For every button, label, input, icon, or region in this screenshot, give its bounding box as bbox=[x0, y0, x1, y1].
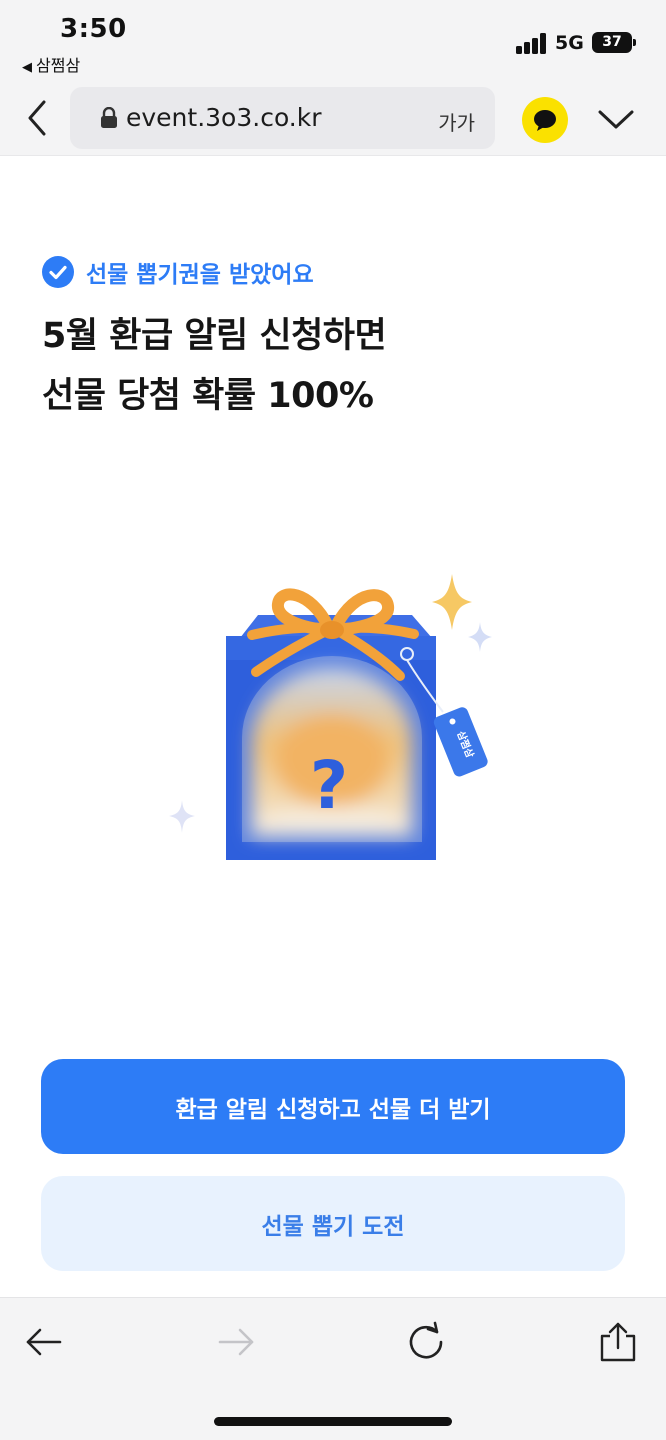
refresh-icon[interactable] bbox=[404, 1320, 448, 1364]
apply-refund-alert-button[interactable]: 환급 알림 신청하고 선물 더 받기 bbox=[41, 1059, 625, 1154]
signal-icon bbox=[516, 32, 548, 54]
mystery-question-mark: ? bbox=[310, 747, 348, 824]
battery-tip bbox=[633, 39, 636, 46]
battery-icon: 37 bbox=[592, 32, 632, 53]
lock-icon bbox=[101, 107, 117, 128]
chevron-down-icon[interactable] bbox=[596, 104, 636, 134]
ticket-badge: 선물 뽑기권을 받았어요 bbox=[42, 255, 314, 289]
page-title: 5월 환급 알림 신청하면 선물 당첨 확률 100% bbox=[42, 306, 387, 426]
status-time: 3:50 bbox=[60, 14, 127, 44]
browser-top-bar: event.3o3.co.kr 가가 bbox=[0, 84, 666, 156]
arrow-left-icon[interactable] bbox=[22, 1320, 66, 1364]
headline-line-1: 5월 환급 알림 신청하면 bbox=[42, 316, 387, 356]
sparkle-icon bbox=[169, 800, 195, 833]
try-gift-draw-button[interactable]: 선물 뽑기 도전 bbox=[41, 1176, 625, 1271]
share-icon[interactable] bbox=[596, 1320, 640, 1364]
headline-line-2: 선물 당첨 확률 100% bbox=[42, 376, 374, 416]
kakao-chat-icon bbox=[534, 110, 556, 131]
browser-bottom-toolbar bbox=[0, 1297, 666, 1440]
chevron-left-icon[interactable] bbox=[20, 98, 56, 138]
back-app-label: 삼쩜삼 bbox=[36, 56, 81, 75]
back-to-app-link[interactable]: ◀ 삼쩜삼 bbox=[22, 52, 80, 76]
screen: 3:50 ◀ 삼쩜삼 5G 37 event.3o3.co.kr 가가 선물 뽑… bbox=[0, 0, 666, 1440]
back-triangle-icon: ◀ bbox=[22, 60, 32, 75]
sparkle-icon bbox=[468, 622, 492, 652]
check-circle-icon bbox=[42, 256, 74, 288]
home-indicator[interactable] bbox=[214, 1417, 452, 1426]
network-type: 5G bbox=[555, 32, 584, 54]
kakao-chat-button[interactable] bbox=[522, 97, 568, 143]
badge-text: 선물 뽑기권을 받았어요 bbox=[86, 262, 314, 288]
address-bar[interactable]: event.3o3.co.kr 가가 bbox=[70, 87, 495, 149]
sparkle-icon bbox=[432, 574, 472, 630]
url-text: event.3o3.co.kr bbox=[126, 103, 322, 132]
text-size-button[interactable]: 가가 bbox=[438, 107, 475, 136]
status-bar: 3:50 ◀ 삼쩜삼 5G 37 bbox=[0, 0, 666, 84]
arrow-right-icon[interactable] bbox=[214, 1320, 258, 1364]
gift-box-illustration: ? 삼쩜삼 bbox=[169, 574, 492, 860]
